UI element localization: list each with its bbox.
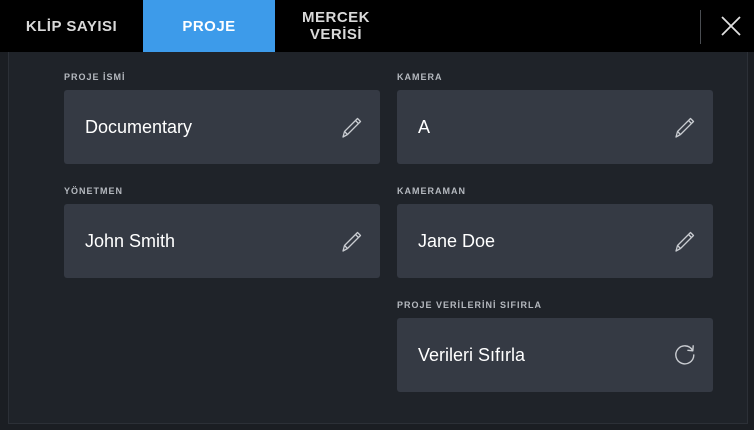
camera-value: A [418,116,431,137]
project-name-label: PROJE İSMİ [64,72,126,82]
tab-clip-count-label: KLİP SAYISI [25,17,118,35]
tab-project-label: PROJE [182,17,236,35]
reset-data-button[interactable]: Verileri Sıfırla [397,318,713,392]
tab-clip-count[interactable]: KLİP SAYISI [0,0,143,52]
director-field[interactable]: John Smith [64,204,380,278]
close-button[interactable] [713,8,749,44]
tab-lens-data[interactable]: MERCEK VERİSİ [275,0,397,52]
pencil-icon [675,231,695,252]
pencil-icon [342,231,362,252]
director-value: John Smith [85,230,176,251]
camera-operator-field[interactable]: Jane Doe [397,204,713,278]
tab-lens-data-label-line2: VERİSİ [309,26,363,43]
close-icon [721,16,741,36]
refresh-icon [675,345,695,365]
director-label: YÖNETMEN [64,186,124,196]
project-panel: PROJE İSMİ Documentary KAMERA A YÖNETMEN… [8,52,748,424]
camera-operator-value: Jane Doe [418,230,496,251]
pencil-icon [675,117,695,138]
project-name-value: Documentary [85,116,193,137]
camera-operator-label: KAMERAMAN [397,186,466,196]
pencil-icon [342,117,362,138]
tab-lens-data-label-line1: MERCEK [301,9,370,26]
tab-project[interactable]: PROJE [143,0,275,52]
reset-data-label: Verileri Sıfırla [418,344,526,365]
divider [700,10,701,44]
camera-field[interactable]: A [397,90,713,164]
reset-project-label: PROJE VERİLERİNİ SIFIRLA [397,300,543,310]
tab-bar: KLİP SAYISI PROJE MERCEK VERİSİ [0,0,754,52]
camera-label: KAMERA [397,72,443,82]
project-name-field[interactable]: Documentary [64,90,380,164]
